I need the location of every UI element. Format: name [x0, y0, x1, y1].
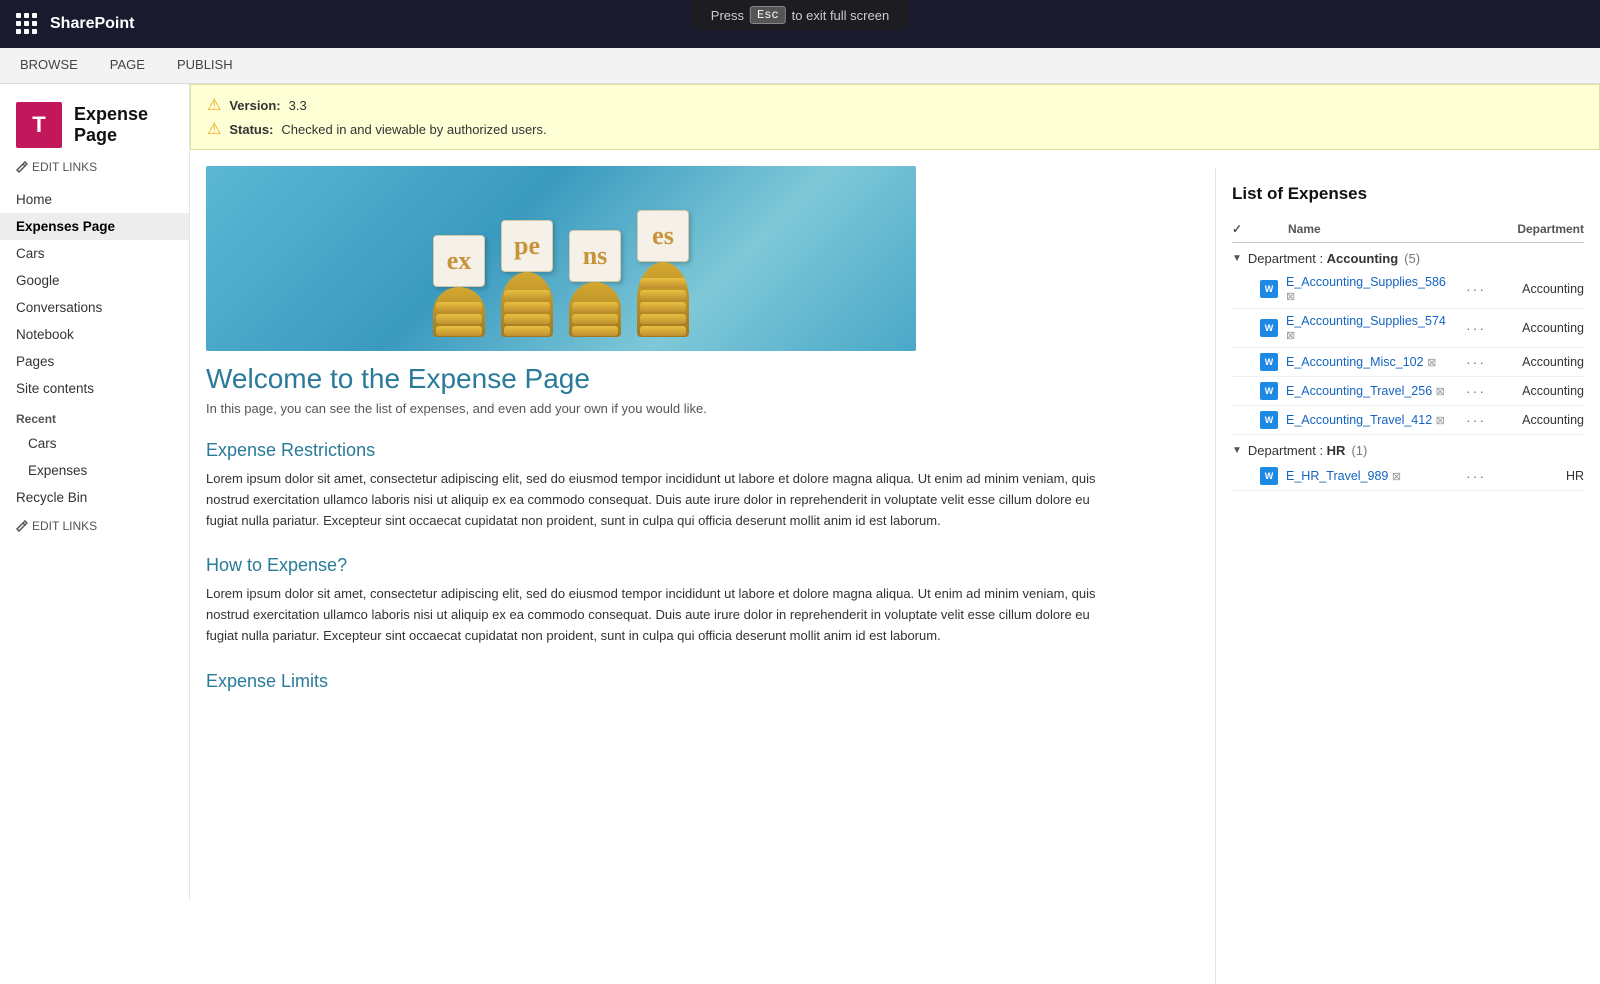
topbar: SharePoint Press Esc to exit full screen — [0, 0, 1600, 48]
edit-links-top-button[interactable]: EDIT LINKS — [0, 160, 189, 182]
section-title-limits: Expense Limits — [206, 671, 1114, 692]
letter-block-ex: ex — [433, 235, 485, 287]
letter-block-pe: pe — [501, 220, 553, 272]
avatar: T — [16, 102, 62, 148]
word-doc-icon: W — [1260, 382, 1278, 400]
fullscreen-hint: Press Esc to exit full screen — [693, 0, 907, 30]
file-name-1[interactable]: E_Accounting_Supplies_586 ⊠ — [1286, 275, 1458, 303]
section-title-how-to: How to Expense? — [206, 555, 1114, 576]
sidebar-recent-expenses[interactable]: Expenses — [0, 457, 189, 484]
table-row: W E_Accounting_Travel_256 ⊠ ··· Accounti… — [1232, 377, 1584, 406]
file-name-4[interactable]: E_Accounting_Travel_256 ⊠ — [1286, 384, 1458, 398]
dept-count-hr: (1) — [1351, 443, 1367, 458]
file-name-5[interactable]: E_Accounting_Travel_412 ⊠ — [1286, 413, 1458, 427]
coin-pile-1 — [433, 287, 485, 337]
sidebar-item-site-contents[interactable]: Site contents — [0, 375, 189, 402]
sidebar-header: T Expense Page — [0, 94, 189, 160]
word-doc-icon: W — [1260, 467, 1278, 485]
table-row: W E_HR_Travel_989 ⊠ ··· HR — [1232, 462, 1584, 491]
dept-label-4: Accounting — [1494, 384, 1584, 398]
col-header-check: ✓ — [1232, 222, 1252, 236]
letter-block-ns: ns — [569, 230, 621, 282]
coin-pile-3 — [569, 282, 621, 337]
page-subtext: In this page, you can see the list of ex… — [206, 401, 1114, 416]
table-row: W E_Accounting_Supplies_574 ⊠ ··· Accoun… — [1232, 309, 1584, 348]
sidebar-item-notebook[interactable]: Notebook — [0, 321, 189, 348]
alert-banner: ⚠ Version: 3.3 ⚠ Status: Checked in and … — [190, 84, 1600, 150]
dept-group-accounting[interactable]: ▼ Department : Accounting (5) — [1232, 243, 1584, 270]
chevron-icon: ▼ — [1232, 253, 1242, 264]
coin-stack-ex: ex — [433, 235, 485, 337]
ribbon: BROWSE PAGE PUBLISH — [0, 48, 1600, 84]
file-name-3[interactable]: E_Accounting_Misc_102 ⊠ — [1286, 355, 1458, 369]
more-options-4[interactable]: ··· — [1466, 383, 1486, 399]
sidebar: T Expense Page EDIT LINKS Home Expenses … — [0, 84, 190, 900]
sidebar-page-title: Expense Page — [74, 104, 173, 146]
sidebar-item-expenses-page[interactable]: Expenses Page — [0, 213, 189, 240]
letter-block-es: es — [637, 210, 689, 262]
word-doc-icon: W — [1260, 280, 1278, 298]
table-row: W E_Accounting_Misc_102 ⊠ ··· Accounting — [1232, 348, 1584, 377]
section-body-restrictions: Lorem ipsum dolor sit amet, consectetur … — [206, 469, 1114, 531]
sidebar-recycle-bin[interactable]: Recycle Bin — [0, 484, 189, 511]
dept-group-hr-label: Department : HR — [1248, 443, 1346, 458]
more-options-1[interactable]: ··· — [1466, 281, 1486, 297]
chevron-icon-hr: ▼ — [1232, 445, 1242, 456]
col-header-dept: Department — [1494, 222, 1584, 236]
word-doc-icon: W — [1260, 319, 1278, 337]
content-area: Welcome to the Expense Page In this page… — [190, 363, 1130, 720]
col-header-name: Name — [1288, 222, 1486, 236]
hero-image: ex pe ns — [206, 166, 916, 351]
sidebar-item-conversations[interactable]: Conversations — [0, 294, 189, 321]
file-name-6[interactable]: E_HR_Travel_989 ⊠ — [1286, 469, 1458, 483]
tab-publish[interactable]: PUBLISH — [173, 49, 237, 82]
warning-icon-status: ⚠ — [207, 119, 221, 139]
dept-group-accounting-label: Department : Accounting — [1248, 251, 1398, 266]
sidebar-item-home[interactable]: Home — [0, 186, 189, 213]
edit-links-bottom-button[interactable]: EDIT LINKS — [0, 511, 189, 541]
page-heading: Welcome to the Expense Page — [206, 363, 1114, 395]
alert-version-row: ⚠ Version: 3.3 — [207, 95, 1583, 115]
sidebar-nav: Home Expenses Page Cars Google Conversat… — [0, 182, 189, 545]
table-row: W E_Accounting_Supplies_586 ⊠ ··· Accoun… — [1232, 270, 1584, 309]
layout: T Expense Page EDIT LINKS Home Expenses … — [0, 84, 1600, 900]
coin-stack-ns: ns — [569, 230, 621, 337]
coin-pile-2 — [501, 272, 553, 337]
app-grid-icon[interactable] — [16, 13, 38, 35]
more-options-3[interactable]: ··· — [1466, 354, 1486, 370]
dept-label-2: Accounting — [1494, 321, 1584, 335]
dept-count-accounting: (5) — [1404, 251, 1420, 266]
section-title-restrictions: Expense Restrictions — [206, 440, 1114, 461]
coins-area: ex pe ns — [433, 210, 689, 341]
coin-stack-es: es — [637, 210, 689, 337]
section-body-how-to: Lorem ipsum dolor sit amet, consectetur … — [206, 584, 1114, 646]
more-options-5[interactable]: ··· — [1466, 412, 1486, 428]
sidebar-item-google[interactable]: Google — [0, 267, 189, 294]
dept-label-3: Accounting — [1494, 355, 1584, 369]
sidebar-item-pages[interactable]: Pages — [0, 348, 189, 375]
tab-browse[interactable]: BROWSE — [16, 49, 82, 82]
expense-table-header: ✓ Name Department — [1232, 216, 1584, 243]
warning-icon-version: ⚠ — [207, 95, 221, 115]
app-title: SharePoint — [50, 15, 134, 33]
coin-stack-pe: pe — [501, 220, 553, 337]
expense-panel: List of Expenses ✓ Name Department ▼ Dep… — [1215, 168, 1600, 984]
sidebar-recent-label: Recent — [0, 402, 189, 430]
alert-status-row: ⚠ Status: Checked in and viewable by aut… — [207, 119, 1583, 139]
dept-label-1: Accounting — [1494, 282, 1584, 296]
tab-page[interactable]: PAGE — [106, 49, 149, 82]
word-doc-icon: W — [1260, 411, 1278, 429]
coin-pile-4 — [637, 262, 689, 337]
sidebar-item-cars[interactable]: Cars — [0, 240, 189, 267]
sidebar-recent-cars[interactable]: Cars — [0, 430, 189, 457]
dept-label-6: HR — [1494, 469, 1584, 483]
more-options-6[interactable]: ··· — [1466, 468, 1486, 484]
table-row: W E_Accounting_Travel_412 ⊠ ··· Accounti… — [1232, 406, 1584, 435]
dept-label-5: Accounting — [1494, 413, 1584, 427]
word-doc-icon: W — [1260, 353, 1278, 371]
expense-panel-title: List of Expenses — [1232, 184, 1584, 204]
more-options-2[interactable]: ··· — [1466, 320, 1486, 336]
file-name-2[interactable]: E_Accounting_Supplies_574 ⊠ — [1286, 314, 1458, 342]
dept-group-hr[interactable]: ▼ Department : HR (1) — [1232, 435, 1584, 462]
